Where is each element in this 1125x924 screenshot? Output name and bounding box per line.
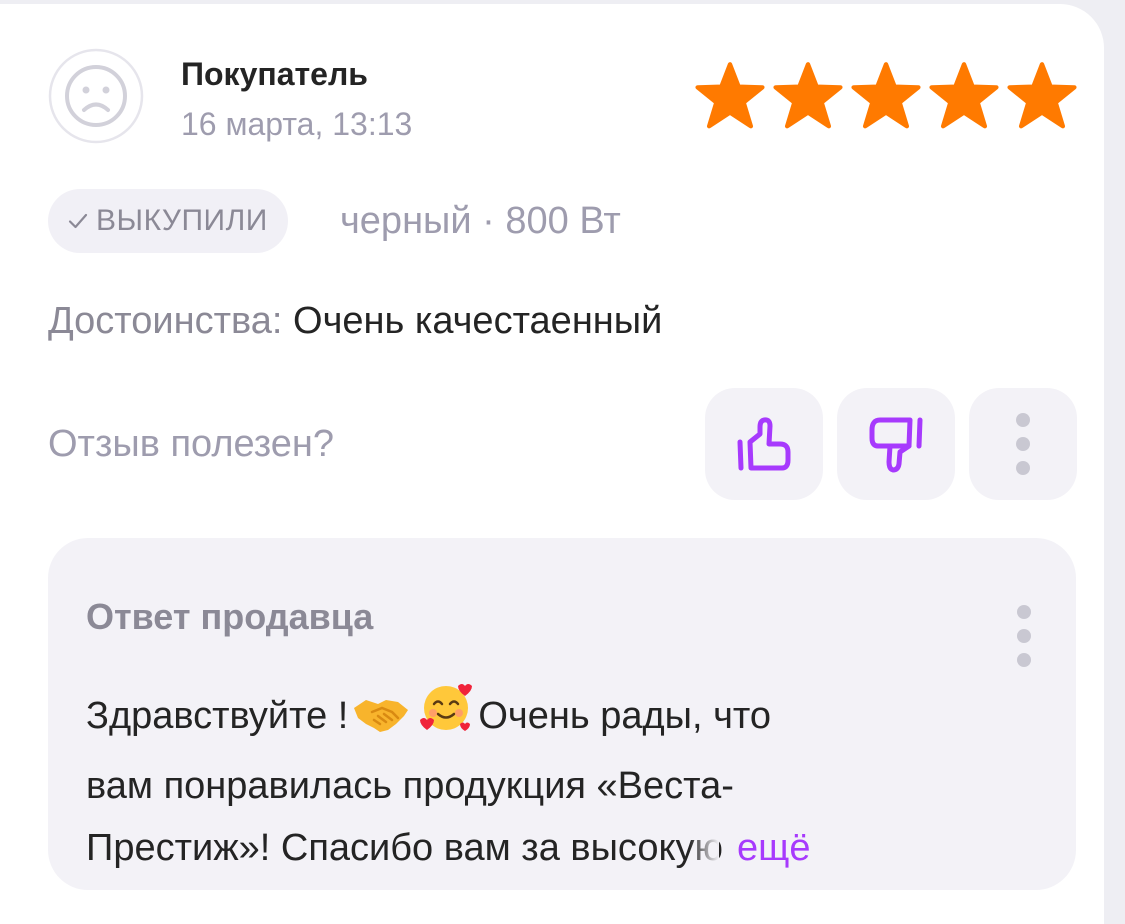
helpful-question: Отзыв полезен? (48, 423, 335, 465)
seller-reply-more-button[interactable] (1002, 578, 1046, 694)
handshake-emoji (352, 693, 410, 755)
pros-text: Очень качестаенный (293, 300, 663, 342)
seller-reply-greeting: Здравствуйте ! (86, 695, 349, 737)
star-icon (1007, 62, 1077, 129)
seller-reply: Ответ продавца Здравствуйте ! Очень рады… (48, 538, 1076, 890)
dislike-button[interactable] (837, 388, 955, 500)
more-vertical-icon (1016, 413, 1030, 475)
star-icon (851, 62, 921, 129)
seller-reply-line-1-rest: Очень рады, что (478, 695, 771, 737)
thumbs-up-icon (737, 417, 791, 471)
more-vertical-icon (1017, 605, 1031, 667)
review-more-button[interactable] (969, 388, 1077, 500)
text-fade (689, 826, 720, 866)
author-name: Покупатель (181, 56, 368, 92)
rating-stars (694, 60, 1080, 132)
review-card: Покупатель 16 марта, 13:13 ВЫКУПИЛИ черн… (0, 4, 1104, 924)
star-icon (695, 62, 765, 129)
purchased-badge: ВЫКУПИЛИ (48, 189, 288, 253)
like-button[interactable] (705, 388, 823, 500)
seller-reply-line-1: Здравствуйте ! Очень рады, что (86, 680, 986, 755)
star-icon (773, 62, 843, 129)
seller-reply-line-3-text: Престиж»! Спасибо вам за высокую (86, 827, 724, 869)
star-icon (929, 62, 999, 129)
seller-reply-title: Ответ продавца (86, 596, 374, 637)
pros-label: Достоинства: (48, 300, 283, 342)
thumbs-down-icon (869, 417, 923, 473)
product-variant: черный · 800 Вт (340, 200, 621, 242)
check-icon (68, 213, 88, 229)
seller-reply-line-3: Престиж»! Спасибо вам за высокую ещё (86, 817, 986, 879)
seller-reply-line-2: вам понравилась продукция «Веста- (86, 765, 734, 807)
purchased-badge-label: ВЫКУПИЛИ (96, 204, 268, 237)
seller-reply-text: Здравствуйте ! Очень рады, что вам понра… (86, 680, 986, 879)
review-date: 16 марта, 13:13 (181, 106, 413, 142)
review-pros: Достоинства: Очень качестаенный (48, 300, 662, 343)
sad-face-avatar-icon (48, 48, 144, 144)
smiling-face-with-hearts-emoji (418, 680, 474, 755)
show-more-link[interactable]: ещё (737, 827, 811, 869)
